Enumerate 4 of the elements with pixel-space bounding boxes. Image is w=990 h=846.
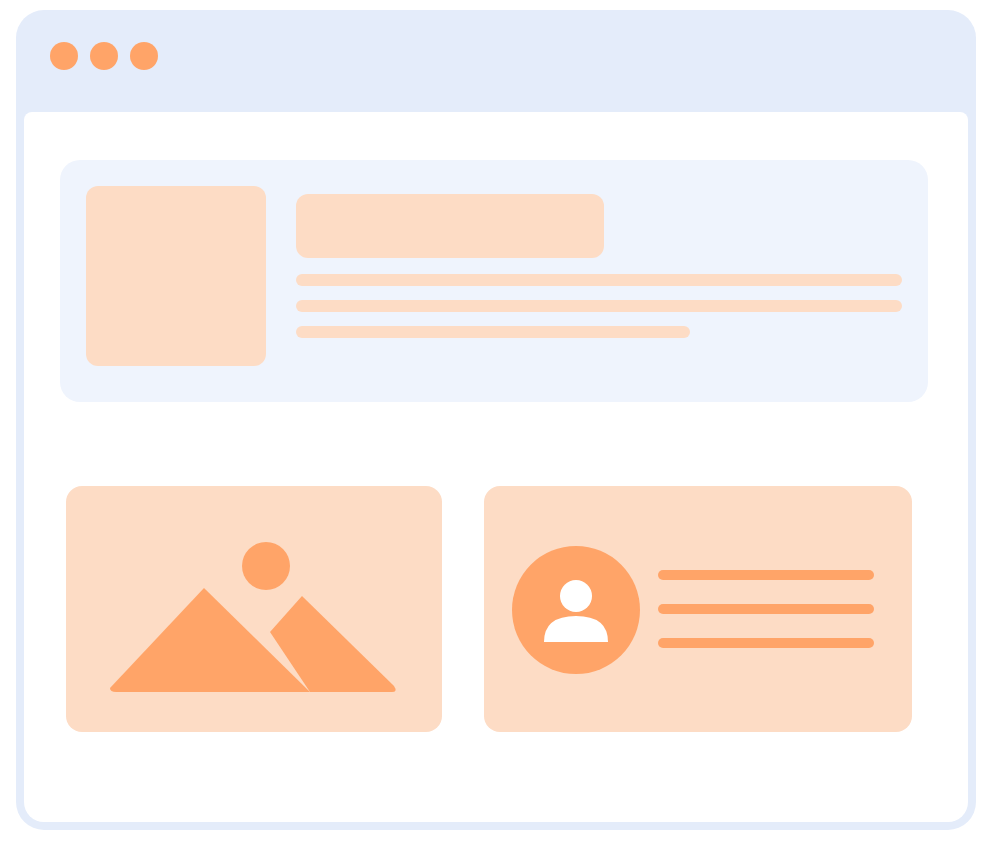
window-control-dot — [50, 41, 78, 69]
window-control-dot — [130, 41, 158, 69]
mountain-image-icon — [110, 539, 398, 691]
window-control-dot — [90, 41, 118, 69]
